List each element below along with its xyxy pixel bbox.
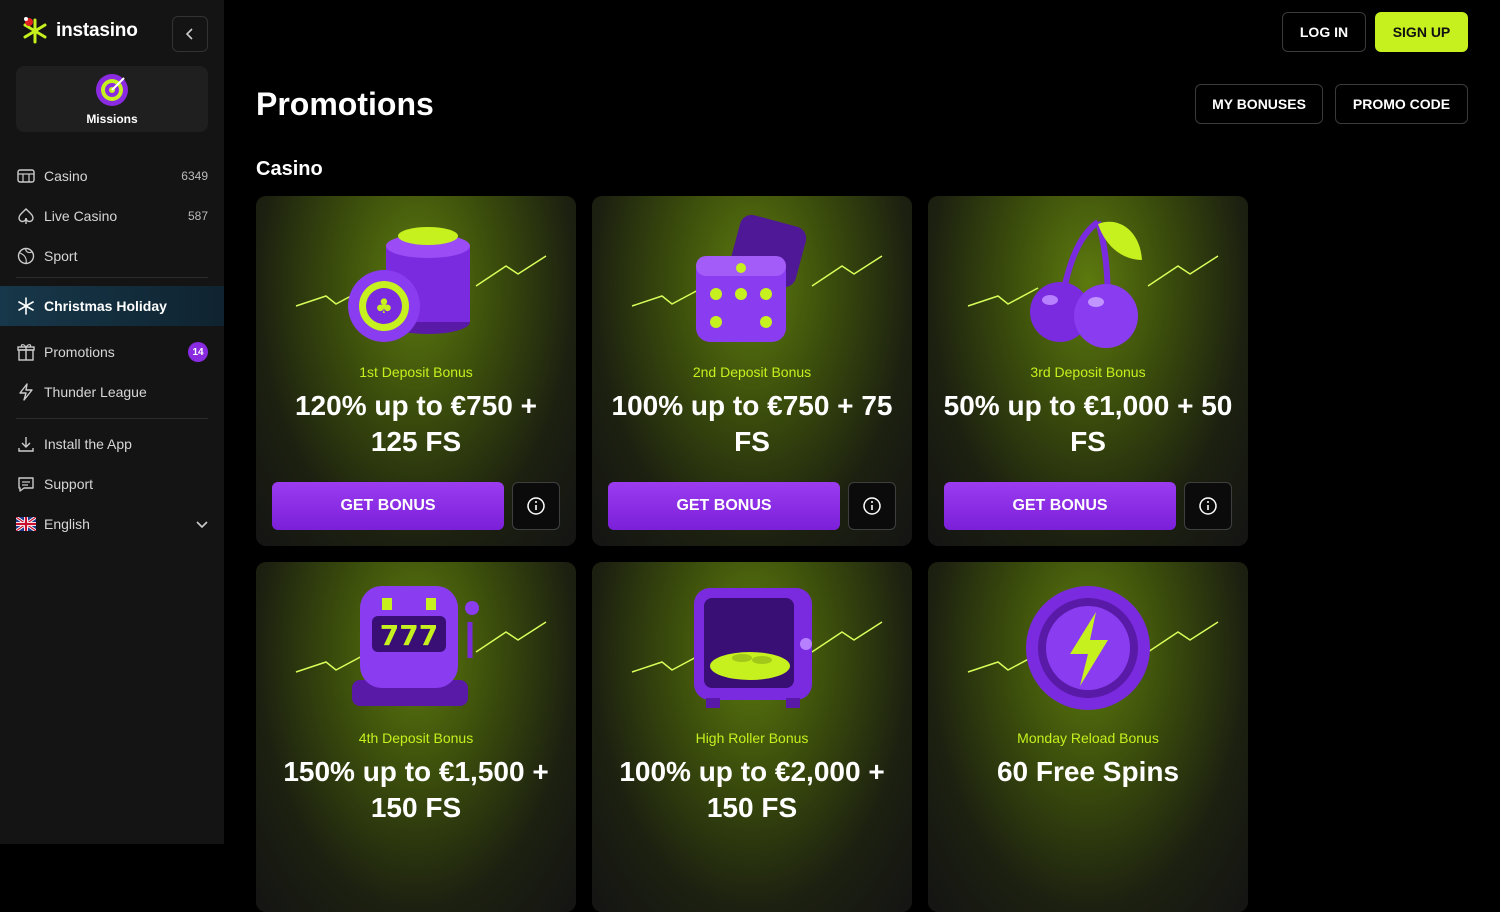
casino-chips-icon: ♣: [295, 227, 547, 342]
target-icon: [96, 74, 128, 106]
sidebar-item-label: Sport: [44, 248, 78, 264]
promotions-count-badge: 14: [188, 342, 208, 362]
bonus-subtitle: 3rd Deposit Bonus: [1030, 364, 1146, 380]
sidebar-item-label: Live Casino: [44, 208, 118, 224]
main-content: LOG IN SIGN UP Promotions MY BONUSES PRO…: [224, 0, 1500, 912]
bonus-subtitle: High Roller Bonus: [695, 730, 809, 746]
promo-card: Monday Reload Bonus 60 Free Spins: [928, 562, 1248, 912]
promo-code-button[interactable]: PROMO CODE: [1335, 84, 1468, 124]
login-button[interactable]: LOG IN: [1282, 12, 1366, 52]
info-icon: [863, 497, 881, 515]
gift-icon: [16, 342, 36, 362]
info-button[interactable]: [512, 482, 560, 530]
promo-card: ♣ 1st Deposit Bonus 120% up to €750 + 12…: [256, 196, 576, 546]
sidebar-item-christmas-holiday[interactable]: Christmas Holiday: [0, 286, 224, 326]
missions-button[interactable]: Missions: [16, 66, 208, 132]
promo-card: 2nd Deposit Bonus 100% up to €750 + 75 F…: [592, 196, 912, 546]
utility-nav: Install the App Support English: [0, 424, 224, 544]
get-bonus-button[interactable]: GET BONUS: [272, 482, 504, 530]
language-label: English: [44, 516, 90, 532]
sidebar-item-label: Thunder League: [44, 384, 147, 400]
brand-name: instasino: [56, 20, 138, 41]
sidebar-item-promotions[interactable]: Promotions 14: [0, 332, 224, 372]
missions-label: Missions: [86, 112, 138, 126]
casino-count: 6349: [181, 169, 208, 183]
dice-icon: [631, 214, 883, 342]
bonus-subtitle: 2nd Deposit Bonus: [692, 364, 812, 380]
get-bonus-button[interactable]: GET BONUS: [608, 482, 840, 530]
sidebar-item-sport[interactable]: Sport: [0, 236, 224, 276]
bonus-headline: 100% up to €750 + 75 FS: [611, 390, 893, 457]
cherries-icon: [967, 219, 1219, 348]
divider: [16, 418, 208, 419]
snowflake-logo-icon: [20, 16, 50, 46]
bonus-headline: 50% up to €1,000 + 50 FS: [943, 390, 1233, 457]
primary-nav: Casino 6349 Live Casino 587 Sport: [0, 156, 224, 276]
bonus-headline: 120% up to €750 + 125 FS: [294, 390, 537, 457]
sidebar-item-label: Promotions: [44, 344, 115, 360]
sidebar-item-thunder-league[interactable]: Thunder League: [0, 372, 224, 412]
signup-button[interactable]: SIGN UP: [1375, 12, 1468, 52]
bonus-headline: 150% up to €1,500 + 150 FS: [283, 756, 549, 823]
sidebar-item-label: Casino: [44, 168, 88, 184]
bonus-subtitle: 1st Deposit Bonus: [359, 364, 473, 380]
info-button[interactable]: [1184, 482, 1232, 530]
sidebar-item-label: Support: [44, 476, 94, 492]
sidebar-item-support[interactable]: Support: [0, 464, 224, 504]
download-icon: [16, 434, 36, 454]
sidebar-item-label: Christmas Holiday: [44, 298, 167, 314]
lightning-coin-icon: [967, 586, 1219, 710]
brand-logo[interactable]: instasino: [20, 16, 138, 46]
collapse-sidebar-button[interactable]: [172, 16, 208, 52]
section-title-casino: Casino: [256, 158, 323, 180]
promo-card: High Roller Bonus 100% up to €2,000 + 15…: [592, 562, 912, 912]
secondary-nav: Promotions 14 Thunder League: [0, 332, 224, 412]
bonus-subtitle: Monday Reload Bonus: [1017, 730, 1159, 746]
info-button[interactable]: [848, 482, 896, 530]
svg-text:♣: ♣: [375, 294, 393, 318]
live-casino-count: 587: [187, 209, 208, 223]
sidebar-item-live-casino[interactable]: Live Casino 587: [0, 196, 224, 236]
my-bonuses-button[interactable]: MY BONUSES: [1195, 84, 1323, 124]
divider: [16, 277, 208, 278]
snowflake-icon: [16, 296, 36, 316]
sidebar-item-install-app[interactable]: Install the App: [0, 424, 224, 464]
ball-icon: [16, 246, 36, 266]
sidebar: instasino Missions Casino 6349 Live Casi…: [0, 0, 224, 844]
info-icon: [527, 497, 545, 515]
chat-icon: [16, 474, 36, 494]
chevron-down-icon: [196, 516, 208, 532]
sidebar-item-casino[interactable]: Casino 6349: [0, 156, 224, 196]
sidebar-item-label: Install the App: [44, 436, 132, 452]
safe-icon: [631, 588, 883, 708]
promo-card: 3rd Deposit Bonus 50% up to €1,000 + 50 …: [928, 196, 1248, 546]
promo-card: 777 4th Deposit Bonus 150% up to €1,500 …: [256, 562, 576, 912]
bonus-headline: 100% up to €2,000 + 150 FS: [619, 756, 885, 823]
lightning-icon: [16, 382, 36, 402]
bonus-subtitle: 4th Deposit Bonus: [358, 730, 474, 746]
chevron-left-icon: [185, 28, 193, 40]
info-icon: [1199, 497, 1217, 515]
uk-flag-icon: [16, 514, 36, 534]
slot-icon: [16, 166, 36, 186]
svg-text:777: 777: [380, 619, 438, 652]
spade-icon: [16, 206, 36, 226]
get-bonus-button[interactable]: GET BONUS: [944, 482, 1176, 530]
bonus-headline: 60 Free Spins: [996, 756, 1180, 787]
event-nav: Christmas Holiday: [0, 286, 224, 326]
page-title: Promotions: [256, 86, 434, 122]
slot-machine-icon: 777: [295, 586, 547, 706]
language-selector[interactable]: English: [0, 504, 224, 544]
